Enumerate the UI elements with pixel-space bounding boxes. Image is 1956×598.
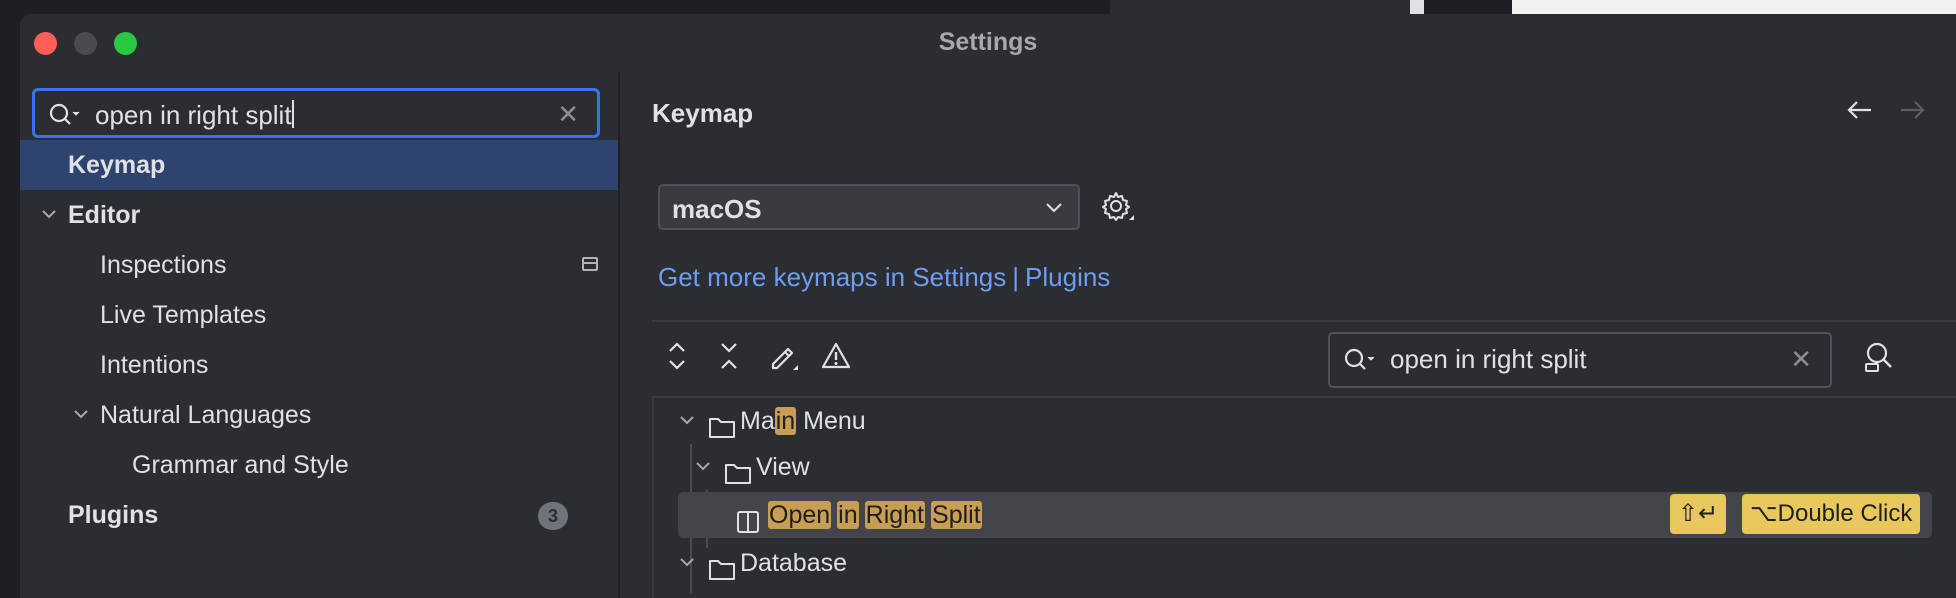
sidebar-item-label: Natural Languages [100, 401, 312, 429]
link-separator: | [1012, 262, 1020, 292]
settings-window: Settings open in right split ✕ Keymap Ed… [20, 14, 1956, 598]
sidebar-item-plugins[interactable]: Plugins 3 [20, 490, 618, 540]
page-title: Keymap [652, 98, 754, 128]
shortcut-badge: ⇧↵ [1670, 494, 1727, 534]
tree-node-database[interactable]: Database [654, 540, 1956, 586]
tree-node-label: Open in Right Split [768, 501, 982, 529]
sidebar-item-keymap[interactable]: Keymap [20, 140, 618, 190]
title-bar: Settings [20, 14, 1956, 70]
expand-all-icon[interactable] [664, 340, 690, 377]
sidebar-item-label: Inspections [100, 251, 227, 279]
background-gutter [0, 14, 20, 598]
sidebar-item-inspections[interactable]: Inspections [20, 240, 618, 290]
sidebar-item-label: Grammar and Style [132, 451, 349, 479]
keymap-search-input[interactable]: open in right split [1390, 344, 1587, 375]
chevron-down-icon [1044, 194, 1064, 226]
clear-search-icon[interactable]: ✕ [557, 99, 579, 130]
settings-search-field[interactable]: open in right split ✕ [32, 88, 600, 138]
sidebar-item-intentions[interactable]: Intentions [20, 340, 618, 390]
tree-node-label: Main Menu [740, 407, 866, 435]
collapse-all-icon[interactable] [716, 340, 742, 377]
keymap-panel: Keymap macOS Get more keymaps in Setting… [620, 72, 1956, 598]
clear-search-icon[interactable]: ✕ [1790, 344, 1812, 375]
plugins-update-badge: 3 [538, 502, 568, 530]
actions-tree: Main Menu View Open in Right Split ⇧↵ ⌥Doub… [652, 396, 1956, 598]
find-by-shortcut-icon[interactable] [1862, 340, 1896, 379]
sidebar-item-label: Intentions [100, 351, 209, 379]
warning-icon[interactable] [820, 340, 852, 377]
sidebar-item-natural-languages[interactable]: Natural Languages [20, 390, 618, 440]
background-panel [1410, 0, 1424, 14]
get-keymaps-link[interactable]: Get more keymaps in Settings [658, 262, 1006, 292]
sidebar-item-label: Live Templates [100, 301, 267, 329]
sidebar-item-grammar-and-style[interactable]: Grammar and Style [20, 440, 618, 490]
folder-icon [708, 551, 736, 597]
background-panel [1512, 0, 1956, 14]
settings-sidebar: open in right split ✕ Keymap Editor Insp… [20, 72, 620, 598]
edit-shortcut-icon[interactable] [768, 340, 800, 377]
sidebar-item-label: Keymap [68, 151, 166, 179]
search-icon[interactable] [1344, 348, 1376, 377]
tree-node-open-in-right-split[interactable]: Open in Right Split ⇧↵ ⌥Double Click [678, 492, 1932, 538]
project-scope-icon [582, 257, 598, 271]
search-icon[interactable] [49, 103, 81, 132]
forward-arrow-icon[interactable] [1898, 96, 1926, 132]
window-title: Settings [938, 28, 1038, 56]
settings-search-input[interactable]: open in right split [95, 100, 292, 130]
keymap-search-field[interactable]: open in right split ✕ [1328, 332, 1832, 388]
tree-node-view[interactable]: View [654, 444, 1956, 490]
sidebar-item-label: Plugins [68, 501, 159, 529]
tree-node-main-menu[interactable]: Main Menu [654, 398, 1956, 444]
tree-node-label: Database [740, 549, 848, 577]
shortcut-badge: ⌥Double Click [1742, 494, 1921, 534]
sidebar-item-editor[interactable]: Editor [20, 190, 618, 240]
keymap-select[interactable]: macOS [658, 184, 1080, 230]
chevron-down-icon[interactable] [678, 540, 696, 598]
divider [652, 320, 1956, 322]
background-panel [1110, 0, 1410, 14]
keymap-select-value: macOS [672, 194, 762, 224]
plugins-link[interactable]: Plugins [1025, 262, 1110, 292]
sidebar-item-label: Editor [68, 201, 141, 229]
sidebar-item-live-templates[interactable]: Live Templates [20, 290, 618, 340]
tree-node-label: View [756, 453, 810, 481]
back-arrow-icon[interactable] [1846, 96, 1874, 132]
keymap-plugins-link[interactable]: Get more keymaps in Settings | Plugins [658, 262, 1110, 293]
text-caret [291, 100, 294, 128]
gear-icon[interactable] [1100, 190, 1136, 231]
